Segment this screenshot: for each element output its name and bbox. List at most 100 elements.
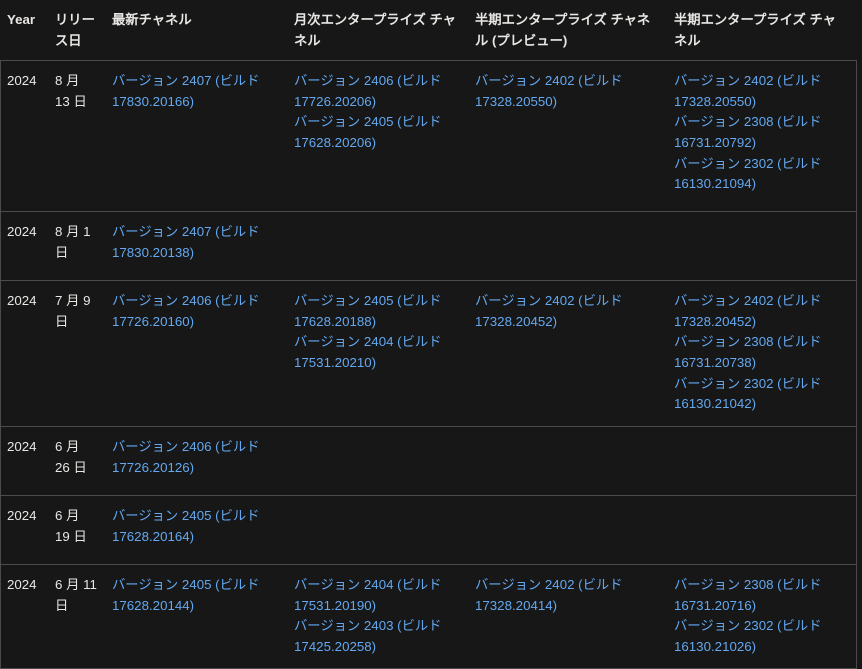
table-cell-monthly_enterprise_channel bbox=[287, 495, 469, 566]
table-cell-semi_annual_channel: バージョン 2402 (ビルド 17328.20550) バージョン 2308 (… bbox=[667, 60, 857, 213]
version-link[interactable]: バージョン 2308 (ビルド 16731.20738) bbox=[674, 332, 848, 373]
table-cell-year: 2024 bbox=[0, 426, 49, 497]
table-cell-release_date: 6 月 19 日 bbox=[48, 495, 106, 566]
table-cell-release_date: 8 月 1 日 bbox=[48, 211, 106, 282]
table-cell-year: 2024 bbox=[0, 60, 49, 213]
version-link[interactable]: バージョン 2402 (ビルド 17328.20550) bbox=[475, 71, 659, 112]
table-cell-monthly_enterprise_channel: バージョン 2406 (ビルド 17726.20206) バージョン 2405 (… bbox=[287, 60, 469, 213]
table-cell-current_channel: バージョン 2406 (ビルド 17726.20160) bbox=[105, 280, 288, 428]
version-link-list: バージョン 2407 (ビルド 17830.20138) bbox=[112, 222, 279, 263]
table-cell-year: 2024 bbox=[0, 564, 49, 669]
cell-text-release_date: 6 月 19 日 bbox=[55, 508, 87, 544]
cell-text-year: 2024 bbox=[7, 224, 37, 240]
table-cell-current_channel: バージョン 2405 (ビルド 17628.20144) bbox=[105, 564, 288, 669]
table-row: 2024 8 月 1 日バージョン 2407 (ビルド 17830.20138) bbox=[0, 211, 857, 282]
table-cell-monthly_enterprise_channel bbox=[287, 426, 469, 497]
version-link[interactable]: バージョン 2407 (ビルド 17830.20138) bbox=[112, 222, 279, 263]
column-header-monthly-enterprise-channel: 月次エンタープライズ チャネル bbox=[287, 0, 469, 62]
version-link[interactable]: バージョン 2404 (ビルド 17531.20190) bbox=[294, 575, 460, 616]
version-link-list: バージョン 2406 (ビルド 17726.20126) bbox=[112, 437, 279, 478]
table-cell-semi_annual_channel bbox=[667, 211, 857, 282]
version-link[interactable]: バージョン 2402 (ビルド 17328.20550) bbox=[674, 71, 848, 112]
version-link-list: バージョン 2405 (ビルド 17628.20144) bbox=[112, 575, 279, 616]
version-link[interactable]: バージョン 2402 (ビルド 17328.20414) bbox=[475, 575, 659, 616]
table-cell-semi_annual_channel bbox=[667, 495, 857, 566]
table-cell-current_channel: バージョン 2407 (ビルド 17830.20166) bbox=[105, 60, 288, 213]
version-link[interactable]: バージョン 2404 (ビルド 17531.20210) bbox=[294, 332, 460, 373]
cell-text-year: 2024 bbox=[7, 439, 37, 455]
table-cell-semi_annual_preview_channel bbox=[468, 426, 668, 497]
table-cell-current_channel: バージョン 2406 (ビルド 17726.20126) bbox=[105, 426, 288, 497]
cell-text-release_date: 8 月 13 日 bbox=[55, 73, 87, 109]
table-cell-year: 2024 bbox=[0, 211, 49, 282]
column-header-semi-annual-channel: 半期エンタープライズ チャネル bbox=[667, 0, 857, 62]
table-cell-monthly_enterprise_channel: バージョン 2404 (ビルド 17531.20190) バージョン 2403 (… bbox=[287, 564, 469, 669]
table-cell-year: 2024 bbox=[0, 280, 49, 428]
table-row: 2024 6 月 26 日バージョン 2406 (ビルド 17726.20126) bbox=[0, 426, 857, 497]
version-link[interactable]: バージョン 2308 (ビルド 16731.20716) bbox=[674, 575, 848, 616]
version-link-list: バージョン 2402 (ビルド 17328.20452) バージョン 2308 (… bbox=[674, 291, 848, 415]
version-link[interactable]: バージョン 2407 (ビルド 17830.20166) bbox=[112, 71, 279, 112]
cell-text-release_date: 6 月 26 日 bbox=[55, 439, 87, 475]
version-link[interactable]: バージョン 2308 (ビルド 16731.20792) bbox=[674, 112, 848, 153]
table-cell-semi_annual_preview_channel: バージョン 2402 (ビルド 17328.20550) bbox=[468, 60, 668, 213]
table-row: 2024 6 月 11 日バージョン 2405 (ビルド 17628.20144)… bbox=[0, 564, 857, 669]
version-link[interactable]: バージョン 2302 (ビルド 16130.21094) bbox=[674, 154, 848, 195]
version-link-list: バージョン 2405 (ビルド 17628.20164) bbox=[112, 506, 279, 547]
table-cell-semi_annual_preview_channel bbox=[468, 495, 668, 566]
table-cell-semi_annual_preview_channel: バージョン 2402 (ビルド 17328.20414) bbox=[468, 564, 668, 669]
version-link-list: バージョン 2402 (ビルド 17328.20550) bbox=[475, 71, 659, 112]
table-cell-release_date: 6 月 26 日 bbox=[48, 426, 106, 497]
version-link[interactable]: バージョン 2405 (ビルド 17628.20206) bbox=[294, 112, 460, 153]
column-header-semi-annual-preview-channel: 半期エンタープライズ チャネル (プレビュー) bbox=[468, 0, 668, 62]
version-link-list: バージョン 2404 (ビルド 17531.20190) バージョン 2403 (… bbox=[294, 575, 460, 657]
version-link[interactable]: バージョン 2405 (ビルド 17628.20144) bbox=[112, 575, 279, 616]
table-header: Year リリース日 最新チャネル 月次エンタープライズ チャネル 半期エンター… bbox=[0, 0, 857, 62]
version-link[interactable]: バージョン 2406 (ビルド 17726.20206) bbox=[294, 71, 460, 112]
table-cell-semi_annual_preview_channel: バージョン 2402 (ビルド 17328.20452) bbox=[468, 280, 668, 428]
table-cell-release_date: 6 月 11 日 bbox=[48, 564, 106, 669]
version-link-list: バージョン 2406 (ビルド 17726.20206) バージョン 2405 (… bbox=[294, 71, 460, 153]
table-body: 2024 8 月 13 日バージョン 2407 (ビルド 17830.20166)… bbox=[0, 60, 857, 669]
cell-text-year: 2024 bbox=[7, 508, 37, 524]
table-cell-release_date: 7 月 9 日 bbox=[48, 280, 106, 428]
version-link[interactable]: バージョン 2406 (ビルド 17726.20126) bbox=[112, 437, 279, 478]
table-cell-semi_annual_channel: バージョン 2402 (ビルド 17328.20452) バージョン 2308 (… bbox=[667, 280, 857, 428]
table-cell-semi_annual_channel bbox=[667, 426, 857, 497]
version-link-list: バージョン 2405 (ビルド 17628.20188) バージョン 2404 (… bbox=[294, 291, 460, 373]
table-cell-release_date: 8 月 13 日 bbox=[48, 60, 106, 213]
version-link-list: バージョン 2402 (ビルド 17328.20414) bbox=[475, 575, 659, 616]
version-link-list: バージョン 2402 (ビルド 17328.20452) bbox=[475, 291, 659, 332]
version-link[interactable]: バージョン 2403 (ビルド 17425.20258) bbox=[294, 616, 460, 657]
table-row: 2024 7 月 9 日バージョン 2406 (ビルド 17726.20160) バ… bbox=[0, 280, 857, 428]
table-cell-year: 2024 bbox=[0, 495, 49, 566]
table-cell-current_channel: バージョン 2407 (ビルド 17830.20138) bbox=[105, 211, 288, 282]
column-header-current-channel: 最新チャネル bbox=[105, 0, 288, 62]
column-header-release-date: リリース日 bbox=[48, 0, 106, 62]
page-root: Year リリース日 最新チャネル 月次エンタープライズ チャネル 半期エンター… bbox=[0, 0, 862, 669]
cell-text-release_date: 6 月 11 日 bbox=[55, 577, 97, 613]
version-link-list: バージョン 2308 (ビルド 16731.20716) バージョン 2302 (… bbox=[674, 575, 848, 657]
table-cell-semi_annual_preview_channel bbox=[468, 211, 668, 282]
table-header-row: Year リリース日 最新チャネル 月次エンタープライズ チャネル 半期エンター… bbox=[0, 0, 857, 62]
version-link[interactable]: バージョン 2405 (ビルド 17628.20164) bbox=[112, 506, 279, 547]
cell-text-year: 2024 bbox=[7, 293, 37, 309]
version-link[interactable]: バージョン 2402 (ビルド 17328.20452) bbox=[674, 291, 848, 332]
version-link-list: バージョン 2406 (ビルド 17726.20160) bbox=[112, 291, 279, 332]
version-link-list: バージョン 2407 (ビルド 17830.20166) bbox=[112, 71, 279, 112]
column-header-year: Year bbox=[0, 0, 49, 62]
office-release-history-table: Year リリース日 最新チャネル 月次エンタープライズ チャネル 半期エンター… bbox=[0, 0, 857, 669]
table-cell-current_channel: バージョン 2405 (ビルド 17628.20164) bbox=[105, 495, 288, 566]
cell-text-release_date: 7 月 9 日 bbox=[55, 293, 91, 329]
version-link[interactable]: バージョン 2406 (ビルド 17726.20160) bbox=[112, 291, 279, 332]
version-link-list: バージョン 2402 (ビルド 17328.20550) バージョン 2308 (… bbox=[674, 71, 848, 195]
version-link[interactable]: バージョン 2405 (ビルド 17628.20188) bbox=[294, 291, 460, 332]
table-cell-monthly_enterprise_channel: バージョン 2405 (ビルド 17628.20188) バージョン 2404 (… bbox=[287, 280, 469, 428]
version-link[interactable]: バージョン 2302 (ビルド 16130.21026) bbox=[674, 616, 848, 657]
cell-text-year: 2024 bbox=[7, 73, 37, 89]
cell-text-year: 2024 bbox=[7, 577, 37, 593]
cell-text-release_date: 8 月 1 日 bbox=[55, 224, 91, 260]
version-link[interactable]: バージョン 2402 (ビルド 17328.20452) bbox=[475, 291, 659, 332]
table-row: 2024 6 月 19 日バージョン 2405 (ビルド 17628.20164) bbox=[0, 495, 857, 566]
version-link[interactable]: バージョン 2302 (ビルド 16130.21042) bbox=[674, 374, 848, 415]
